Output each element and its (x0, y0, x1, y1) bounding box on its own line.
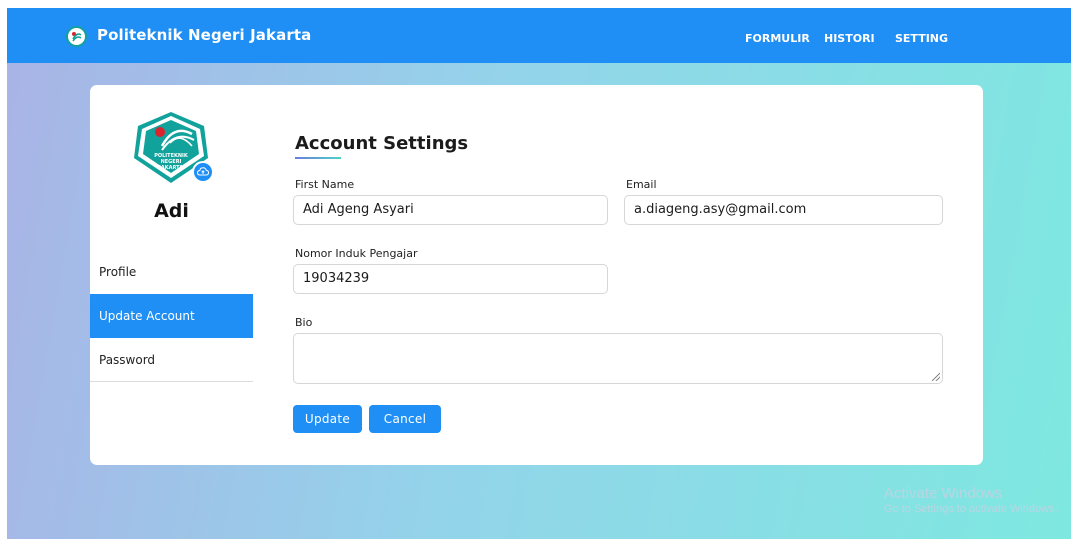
top-navbar: Politeknik Negeri Jakarta FORMULIR HISTO… (7, 8, 1071, 63)
sidebar-item-profile[interactable]: Profile (90, 250, 253, 294)
brand-logo-icon[interactable] (66, 26, 87, 47)
cloud-upload-icon[interactable] (192, 161, 214, 183)
email-field[interactable]: a.diageng.asy@gmail.com (624, 195, 943, 225)
sidebar-item-password[interactable]: Password (90, 338, 253, 382)
update-button[interactable]: Update (293, 405, 362, 433)
title-underline (295, 157, 341, 159)
sidebar-menu: Profile Update Account Password (90, 250, 253, 382)
nip-label: Nomor Induk Pengajar (295, 247, 418, 260)
brand-title[interactable]: Politeknik Negeri Jakarta (97, 26, 311, 44)
user-name: Adi (154, 200, 189, 222)
email-label: Email (626, 178, 657, 191)
account-settings-card: POLITEKNIK NEGERI JAKARTA Adi Profile Up… (90, 85, 983, 465)
first-name-field[interactable]: Adi Ageng Asyari (293, 195, 608, 225)
sidebar-item-update-account[interactable]: Update Account (90, 294, 253, 338)
page-background: Politeknik Negeri Jakarta FORMULIR HISTO… (7, 8, 1071, 539)
nav-formulir[interactable]: FORMULIR (745, 32, 810, 45)
resize-handle-icon[interactable] (932, 373, 940, 381)
activate-windows-subtitle: Go to Settings to activate Windows. (884, 503, 1058, 515)
nip-field[interactable]: 19034239 (293, 264, 608, 294)
logo-text-line3: JAKARTA (158, 165, 183, 171)
nav-setting[interactable]: SETTING (895, 32, 948, 45)
page-title: Account Settings (295, 133, 469, 154)
bio-textarea[interactable] (293, 333, 943, 384)
activate-windows-title: Activate Windows (884, 485, 1003, 502)
cancel-button[interactable]: Cancel (369, 405, 441, 433)
nav-histori[interactable]: HISTORI (824, 32, 875, 45)
bio-label: Bio (295, 316, 313, 329)
first-name-label: First Name (295, 178, 355, 191)
